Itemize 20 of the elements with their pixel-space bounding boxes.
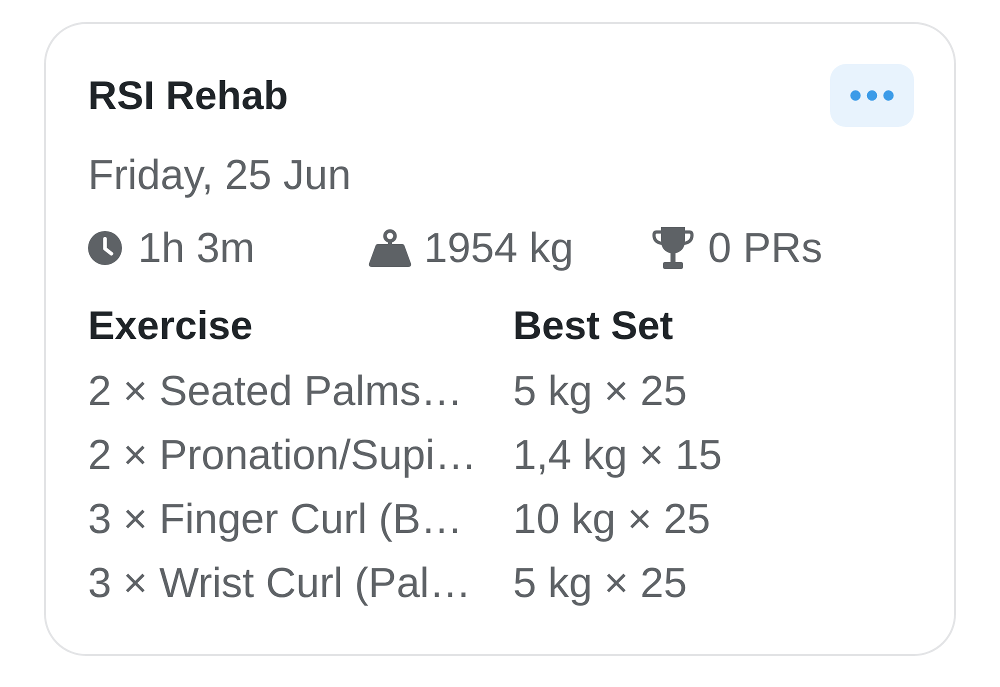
table-cell-text: 3 × Wrist Curl (Pal… [88, 558, 472, 608]
table-cell-text: 2 × Seated Palms… [88, 366, 464, 416]
column-header: Exercise [88, 303, 254, 350]
workout-date: Friday, 25 Jun [88, 150, 352, 200]
table-cell-text: 10 kg × 25 [513, 494, 712, 544]
table-cell-text: 1,4 kg × 15 [513, 430, 723, 480]
workout-title: RSI Rehab [88, 72, 288, 120]
stat-value: 1h 3m [138, 223, 255, 273]
table-cell-text: 3 × Finger Curl (B… [88, 494, 464, 544]
column-header: Best Set [513, 303, 674, 350]
more-button[interactable] [830, 64, 914, 127]
table-cell-text: 2 × Pronation/Supi… [88, 430, 478, 480]
table-cell-text: 5 kg × 25 [513, 366, 688, 416]
weight-icon [368, 229, 412, 267]
table-cell-text: 5 kg × 25 [513, 558, 688, 608]
stat-value: 1954 kg [424, 223, 574, 273]
more-icon [850, 90, 894, 101]
stat-value: 0 PRs [708, 223, 822, 273]
clock-icon [88, 231, 122, 265]
trophy-icon [652, 226, 694, 270]
